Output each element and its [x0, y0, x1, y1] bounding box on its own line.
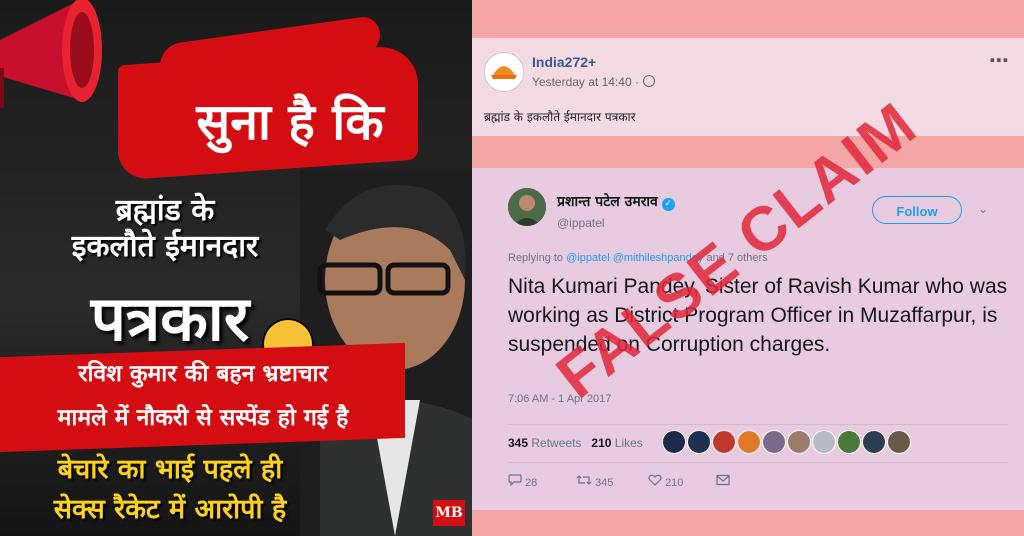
liker-avatar[interactable]	[737, 430, 761, 454]
liker-avatar[interactable]	[712, 430, 736, 454]
post-timestamp[interactable]: Yesterday at 14:40 ·	[532, 75, 655, 89]
tweet-stats: 345 Retweets 210 Likes	[508, 436, 643, 450]
retweet-action-count: 345	[595, 477, 614, 489]
liker-avatar[interactable]	[812, 430, 836, 454]
poster-big-word: पत्रकार	[90, 282, 250, 355]
post-text: ब्रह्मांड के इकलौते ईमानदार पत्रकार	[484, 110, 636, 124]
facebook-post: India272+ Yesterday at 14:40 · ⋯ ब्रह्मा…	[472, 38, 1024, 136]
red-banner-line1: रविश कुमार की बहन भ्रष्टाचार	[78, 361, 328, 387]
liker-avatar[interactable]	[762, 430, 786, 454]
poster-line-b: इकलौते ईमानदार	[71, 229, 259, 264]
megaphone-icon	[0, 0, 102, 108]
poster-line: ब्रह्मांड के इकलौते ईमानदार	[0, 193, 330, 265]
poster-image: सुना है कि ब्रह्मांड के इकलौते ईमानदार प…	[0, 0, 472, 536]
saffron-hat-icon	[485, 53, 523, 91]
mb-logo: MB	[433, 500, 465, 526]
like-action-count: 210	[665, 477, 684, 489]
poster-line-a: ब्रह्मांड के	[115, 193, 215, 228]
red-banner-text: रविश कुमार की बहन भ्रष्टाचार मामले में न…	[8, 352, 398, 440]
reply-action[interactable]: 28	[508, 474, 537, 489]
divider	[508, 462, 1008, 463]
liker-avatar[interactable]	[787, 430, 811, 454]
profile-photo	[508, 188, 546, 226]
retweets-count[interactable]: 345	[508, 436, 528, 450]
replying-to: Replying to @ippatel @mithileshpandey an…	[508, 252, 768, 264]
tweet-card: प्रशान्त पटेल उमराव ✓ @ippatel Follow ⌄ R…	[472, 168, 1024, 510]
retweet-action[interactable]: 345	[576, 474, 613, 489]
verified-badge-icon: ✓	[661, 198, 675, 211]
message-action[interactable]	[716, 474, 730, 489]
screenshot-panel: India272+ Yesterday at 14:40 · ⋯ ब्रह्मा…	[472, 0, 1024, 536]
retweets-label[interactable]: Retweets	[531, 436, 581, 450]
likes-count[interactable]: 210	[591, 436, 611, 450]
tweet-text: Nita Kumari Pandey, Sister of Ravish Kum…	[508, 275, 1008, 356]
chevron-down-icon[interactable]: ⌄	[978, 202, 988, 216]
display-name-text: प्रशान्त पटेल उमराव	[557, 194, 658, 210]
page-name[interactable]: India272+	[532, 54, 596, 70]
retweet-icon	[576, 475, 592, 485]
yellow-caption-line2: सेक्स रैकेट में आरोपी है	[53, 494, 287, 525]
yellow-caption-line1: बेचारे का भाई पहले ही	[57, 454, 283, 485]
tweet-timestamp[interactable]: 7:06 AM - 1 Apr 2017	[508, 393, 611, 405]
like-action[interactable]: 210	[648, 474, 683, 489]
replying-suffix: and 7 others	[703, 252, 768, 264]
user-handle[interactable]: @ippatel	[557, 216, 605, 230]
reply-icon	[508, 474, 522, 487]
liker-avatar[interactable]	[687, 430, 711, 454]
red-banner-line2: मामले में नौकरी से सस्पेंड हो गई है	[57, 405, 349, 431]
likes-label[interactable]: Likes	[615, 436, 643, 450]
replying-users-link[interactable]: @ippatel @mithileshpandey	[566, 252, 703, 264]
more-options-icon[interactable]: ⋯	[989, 48, 1010, 72]
replying-prefix: Replying to	[508, 252, 567, 264]
page-avatar[interactable]	[484, 52, 524, 92]
globe-icon	[642, 75, 655, 87]
display-name[interactable]: प्रशान्त पटेल उमराव ✓	[557, 192, 675, 211]
user-avatar[interactable]	[508, 188, 546, 226]
poster-headline: सुना है कि	[196, 93, 384, 151]
liker-avatar[interactable]	[862, 430, 886, 454]
envelope-icon	[716, 474, 730, 486]
liker-avatar[interactable]	[662, 430, 686, 454]
yellow-caption: बेचारे का भाई पहले ही सेक्स रैकेट में आर…	[0, 450, 340, 530]
heart-icon	[648, 474, 662, 486]
follow-button[interactable]: Follow	[872, 196, 962, 224]
reply-count: 28	[525, 477, 538, 489]
liker-avatar[interactable]	[887, 430, 911, 454]
liker-avatar[interactable]	[837, 430, 861, 454]
divider	[508, 424, 1008, 425]
post-timestamp-text: Yesterday at 14:40 ·	[532, 75, 639, 89]
